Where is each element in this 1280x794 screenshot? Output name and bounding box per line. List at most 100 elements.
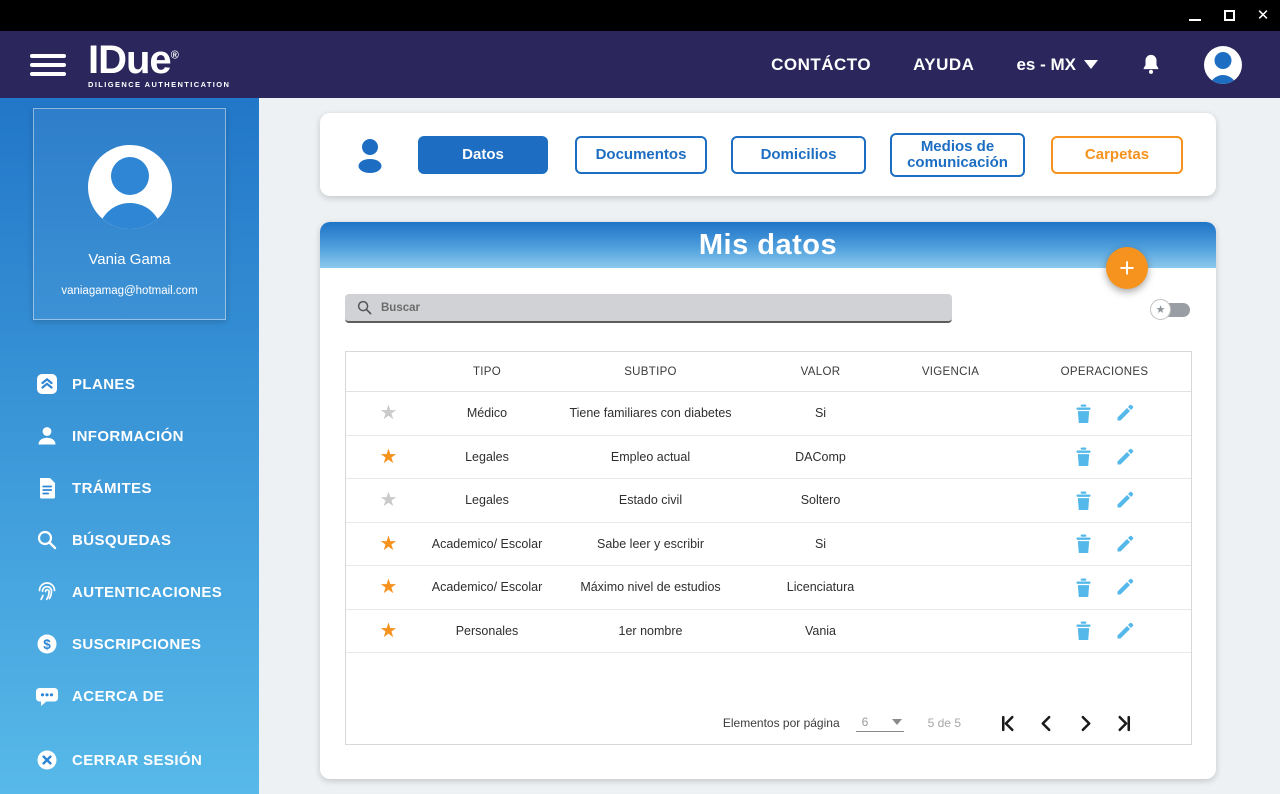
table-row: ★ Médico Tiene familiares con diabetes S… (346, 392, 1191, 436)
table-row: ★ Legales Estado civil Soltero (346, 479, 1191, 523)
edit-button[interactable] (1116, 535, 1134, 553)
chat-icon (35, 684, 59, 708)
cell-subtipo: 1er nombre (618, 623, 683, 638)
tab-documentos[interactable]: Documentos (575, 135, 707, 174)
hamburger-menu-icon[interactable] (30, 49, 66, 81)
sidebar-item-planes[interactable]: PLANES (0, 358, 259, 410)
page-range-label: 5 de 5 (927, 716, 961, 730)
favorite-star-icon[interactable]: ★ (380, 402, 398, 424)
logo-title: IDue® (88, 37, 179, 82)
cell-subtipo: Máximo nivel de estudios (580, 580, 721, 595)
edit-button[interactable] (1116, 448, 1134, 466)
sidebar-menu: PLANES INFORMACIÓN TRÁMITES BÚSQUEDAS AU… (0, 358, 259, 786)
delete-button[interactable] (1075, 491, 1092, 510)
sidebar-item-cerrar-sesion[interactable]: CERRAR SESIÓN (0, 734, 259, 786)
delete-button[interactable] (1075, 578, 1092, 597)
edit-button[interactable] (1116, 404, 1134, 422)
close-icon: ✕ (1256, 7, 1270, 24)
first-page-button[interactable] (999, 715, 1016, 732)
pencil-icon (1117, 448, 1134, 465)
maximize-button[interactable] (1212, 0, 1246, 31)
language-selector[interactable]: es - MX (1016, 55, 1098, 75)
panel-header: Mis datos (320, 222, 1216, 268)
trash-icon (1076, 578, 1091, 597)
next-page-button[interactable] (1077, 715, 1094, 732)
sidebar-avatar (87, 145, 172, 229)
sidebar-item-informacion[interactable]: INFORMACIÓN (0, 410, 259, 462)
person-icon (35, 424, 59, 448)
sidebar-item-busquedas[interactable]: BÚSQUEDAS (0, 514, 259, 566)
sidebar-item-acerca-de[interactable]: ACERCA DE (0, 670, 259, 722)
sidebar-item-suscripciones[interactable]: $ SUSCRIPCIONES (0, 618, 259, 670)
column-valor: VALOR (800, 365, 841, 378)
favorite-star-icon[interactable]: ★ (380, 489, 398, 511)
close-button[interactable]: ✕ (1246, 0, 1280, 31)
favorites-filter-toggle[interactable]: ★ (1150, 299, 1190, 320)
tab-domicilios[interactable]: Domicilios (731, 135, 866, 174)
first-page-icon (1001, 715, 1014, 731)
favorite-star-icon[interactable]: ★ (380, 533, 398, 555)
search-input[interactable] (381, 301, 901, 314)
user-email: vaniagamag@hotmail.com (61, 285, 198, 297)
plus-icon: + (1119, 252, 1135, 283)
edit-button[interactable] (1116, 622, 1134, 640)
tab-medios-de-comunicacion[interactable]: Medios de comunicación (890, 132, 1025, 177)
table-row: ★ Legales Empleo actual DAComp (346, 436, 1191, 479)
cell-tipo: Academico/ Escolar (431, 536, 543, 551)
cell-tipo: Legales (465, 449, 509, 464)
items-per-page-select[interactable]: 6 (855, 715, 904, 732)
trash-icon (1076, 404, 1091, 423)
notifications-bell-icon[interactable] (1140, 53, 1162, 77)
cell-tipo: Médico (466, 406, 508, 421)
previous-page-button[interactable] (1038, 715, 1055, 732)
delete-button[interactable] (1075, 621, 1092, 641)
favorite-star-icon[interactable]: ★ (380, 620, 398, 642)
minimize-button[interactable] (1178, 0, 1212, 31)
items-per-page-label: Elementos por página (722, 716, 840, 730)
delete-button[interactable] (1075, 447, 1092, 467)
trash-icon (1076, 534, 1091, 554)
cell-tipo: Legales (465, 493, 509, 508)
edit-button[interactable] (1116, 491, 1134, 509)
favorite-star-icon[interactable]: ★ (380, 446, 398, 468)
last-page-icon (1118, 715, 1131, 731)
cell-valor: Si (814, 536, 827, 551)
table-footer: Elementos por página 6 5 de 5 (346, 702, 1191, 744)
tab-datos[interactable]: Datos (418, 135, 548, 174)
main-content: Datos Documentos Domicilios Medios de co… (259, 98, 1280, 794)
cell-subtipo: Tiene familiares con diabetes (569, 406, 732, 421)
column-vigencia: VIGENCIA (921, 365, 980, 378)
trash-icon (1076, 447, 1091, 467)
cell-subtipo: Empleo actual (610, 449, 691, 464)
cell-tipo: Academico/ Escolar (431, 580, 543, 595)
cell-valor: Vania (804, 623, 837, 638)
fingerprint-icon (35, 580, 59, 604)
last-page-button[interactable] (1116, 715, 1133, 732)
nav-help-link[interactable]: AYUDA (913, 55, 974, 75)
add-record-button[interactable]: + (1106, 247, 1148, 289)
search-icon (357, 300, 372, 315)
table-header-row: TIPO SUBTIPO VALOR VIGENCIA OPERACIONES (346, 352, 1191, 392)
sidebar-item-tramites[interactable]: TRÁMITES (0, 462, 259, 514)
user-avatar[interactable] (1204, 45, 1242, 84)
pencil-icon (1117, 579, 1134, 595)
delete-button[interactable] (1075, 404, 1092, 423)
delete-button[interactable] (1075, 534, 1092, 554)
favorite-star-icon[interactable]: ★ (380, 576, 398, 598)
sidebar-item-autenticaciones[interactable]: AUTENTICACIONES (0, 566, 259, 618)
user-name: Vania Gama (88, 251, 171, 268)
cell-valor: Si (814, 406, 827, 421)
chevron-down-icon (891, 718, 902, 725)
cell-valor: DAComp (795, 449, 846, 464)
profile-person-icon (352, 136, 388, 174)
logout-icon (35, 748, 59, 772)
star-icon: ★ (1150, 299, 1171, 320)
app-header: IDue® DILIGENCE AUTHENTICATION CONTÁCTO … (0, 31, 1280, 98)
edit-button[interactable] (1116, 578, 1134, 596)
pencil-icon (1117, 492, 1134, 508)
pencil-icon (1117, 535, 1134, 552)
dollar-icon: $ (35, 632, 59, 656)
tab-carpetas[interactable]: Carpetas (1051, 135, 1183, 174)
chevron-left-icon (1041, 715, 1051, 731)
nav-contact-link[interactable]: CONTÁCTO (771, 55, 871, 75)
